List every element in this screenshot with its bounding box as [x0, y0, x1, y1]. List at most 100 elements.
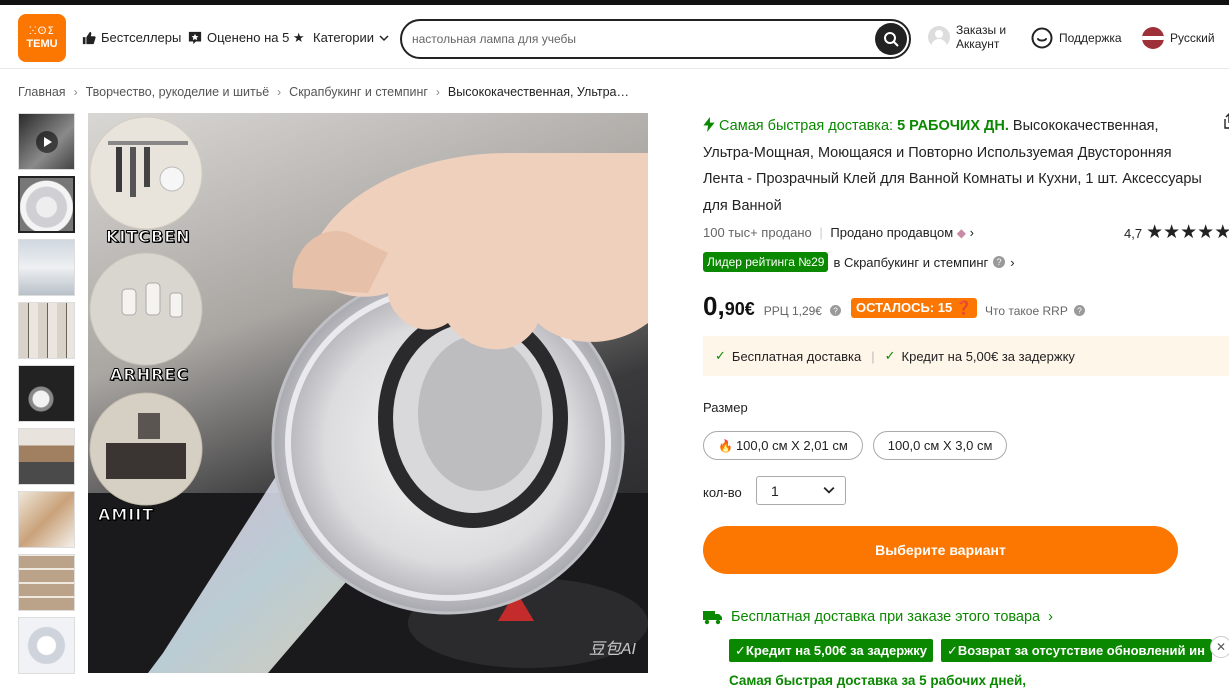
- rank-category: в Скрапбукинг и стемпинг: [833, 254, 989, 270]
- flag-icon: [1142, 27, 1164, 49]
- support-label: Поддержка: [1059, 31, 1122, 45]
- nav-rated5-label: Оценено на 5 ★: [207, 30, 305, 45]
- size-option[interactable]: 🔥 100,0 см X 2,01 см: [703, 431, 863, 460]
- help-icon: ?: [829, 305, 841, 316]
- size-label: Размер: [703, 400, 748, 415]
- header: ⵘⵙⵉ TEMU Бестселлеры Оценено на 5 ★ Кате…: [0, 5, 1229, 69]
- price-row: 0, 90€ РРЦ 1,29€ ? ОСТАЛОСЬ: 15 ❓ Что та…: [703, 291, 1085, 322]
- free-shipping-label: Бесплатная доставка при заказе этого тов…: [731, 609, 1041, 625]
- help-icon: ❓: [955, 300, 973, 315]
- breadcrumb-item[interactable]: Скрапбукинг и стемпинг: [289, 85, 428, 99]
- star-badge-icon: [188, 31, 202, 45]
- quantity-label: кол-во: [703, 485, 742, 500]
- perks-banner: ✓ Бесплатная доставка | ✓ Кредит на 5,00…: [703, 336, 1229, 376]
- size-options: 🔥 100,0 см X 2,01 см 100,0 см X 3,0 см: [703, 431, 1008, 460]
- thumbnail-video[interactable]: [18, 113, 75, 170]
- nav-categories[interactable]: Категории: [313, 30, 389, 45]
- refund-tag: ✓Возврат за отсутствие обновлений ин: [940, 639, 1212, 662]
- logo-text: TEMU: [26, 37, 58, 50]
- free-shipping-link[interactable]: Бесплатная доставка при заказе этого тов…: [703, 609, 1053, 625]
- chevron-down-icon: [379, 34, 389, 41]
- share-icon[interactable]: [1223, 113, 1229, 129]
- refund-tag-label: Возврат за отсутствие обновлений ин: [957, 643, 1205, 658]
- quantity-select[interactable]: 1: [756, 476, 846, 505]
- chevron-right-icon: ›: [1010, 254, 1015, 270]
- image-watermark: 豆包AI: [588, 641, 636, 658]
- thumbnail-image[interactable]: [18, 176, 75, 233]
- breadcrumb-separator: ›: [435, 85, 440, 99]
- guarantee-tags: ✓Кредит на 5,00€ за задержку ✓Возврат за…: [729, 639, 1212, 662]
- product-title-block: Самая быстрая доставка: 5 РАБОЧИХ ДН. Вы…: [703, 113, 1203, 219]
- fire-icon: 🔥: [718, 438, 733, 453]
- thumbnail-image[interactable]: [18, 554, 75, 611]
- size-option-label: 100,0 см X 3,0 см: [887, 438, 993, 453]
- rrp-explainer-link[interactable]: Что такое RRP: [985, 304, 1068, 318]
- chevron-right-icon: ›: [1048, 609, 1053, 625]
- help-icon: ?: [993, 256, 1006, 268]
- size-option[interactable]: 100,0 см X 3,0 см: [872, 431, 1008, 460]
- support-link[interactable]: Поддержка: [1031, 27, 1122, 49]
- check-icon: ✓: [715, 348, 726, 363]
- thumbnail-image[interactable]: [18, 365, 75, 422]
- support-chat-icon: [1031, 27, 1053, 49]
- svg-text:?: ?: [833, 306, 838, 315]
- nav-rated5[interactable]: Оценено на 5 ★: [188, 30, 305, 46]
- credit-tag-label: Кредит на 5,00€ за задержку: [745, 643, 927, 658]
- truck-icon: [703, 610, 722, 624]
- nav-bestsellers[interactable]: Бестселлеры: [82, 30, 181, 45]
- fast-delivery-note: Самая быстрая доставка за 5 рабочих дней…: [729, 673, 1027, 688]
- thumbnail-image[interactable]: [18, 239, 75, 296]
- svg-text:?: ?: [1077, 306, 1082, 315]
- thumbs-up-icon: [82, 31, 96, 44]
- language-selector[interactable]: Русский: [1142, 27, 1215, 49]
- tape-illustration: [88, 116, 648, 673]
- close-icon[interactable]: ✕: [1210, 636, 1229, 658]
- credit-tag: ✓Кредит на 5,00€ за задержку: [729, 639, 933, 662]
- divider: |: [871, 348, 875, 364]
- stock-left-text: ОСТАЛОСЬ: 15: [855, 300, 953, 315]
- perk-free-delivery: Бесплатная доставка: [731, 348, 862, 364]
- language-label: Русский: [1170, 31, 1215, 45]
- quantity-value: 1: [771, 482, 779, 499]
- nav-categories-label: Категории: [313, 30, 374, 45]
- play-icon: [36, 131, 58, 153]
- breadcrumb-separator: ›: [277, 85, 282, 99]
- product-info: Самая быстрая доставка: 5 РАБОЧИХ ДН. Вы…: [703, 113, 1229, 688]
- search-button[interactable]: [875, 23, 907, 55]
- rating-stars: ★★★★★: [1146, 222, 1229, 243]
- temu-logo[interactable]: ⵘⵙⵉ TEMU: [18, 14, 66, 62]
- account-label: Заказы и Аккаунт: [956, 23, 1006, 51]
- diamond-icon: ◆: [956, 226, 967, 240]
- avatar-icon: [928, 26, 950, 48]
- check-icon: ✓: [884, 348, 896, 363]
- breadcrumb-item[interactable]: Главная: [18, 85, 66, 99]
- breadcrumb-current: Высококачественная, Ультра…: [447, 85, 629, 99]
- rank-badge: Лидер рейтинга №29: [703, 252, 829, 272]
- search-icon: [884, 32, 899, 47]
- sales-row: 100 тыс+ продано | Продано продавцом ◆ ›: [703, 225, 974, 240]
- svg-text:?: ?: [997, 257, 1002, 267]
- breadcrumb: Главная › Творчество, рукоделие и шитьё …: [18, 85, 629, 99]
- thumbnail-image[interactable]: [18, 617, 75, 674]
- account-menu[interactable]: Заказы и Аккаунт: [928, 23, 1006, 51]
- price-integer: 0,: [703, 291, 725, 321]
- lightning-icon: [703, 117, 715, 132]
- thumbnail-image[interactable]: [18, 302, 75, 359]
- fast-delivery-days: 5 РАБОЧИХ ДН.: [897, 118, 1009, 134]
- search-input[interactable]: [412, 29, 862, 49]
- main-product-image[interactable]: KITCBEN ARHREC AMIIT 豆包AI: [88, 113, 648, 673]
- rank-row[interactable]: Лидер рейтинга №29 в Скрапбукинг и стемп…: [703, 252, 1015, 272]
- account-line-2: Аккаунт: [956, 37, 1000, 51]
- thumbnail-list: [18, 113, 75, 680]
- thumbnail-image[interactable]: [18, 491, 75, 548]
- perk-credit: Кредит на 5,00€ за задержку: [901, 348, 1075, 364]
- help-icon: ?: [1073, 305, 1085, 316]
- rating[interactable]: 4,7 ★★★★★: [1124, 223, 1229, 243]
- breadcrumb-item[interactable]: Творчество, рукоделие и шитьё: [86, 85, 270, 99]
- image-label-3: AMIIT: [97, 505, 155, 525]
- choose-variant-button[interactable]: Выберите вариант: [703, 526, 1178, 574]
- thumbnail-image[interactable]: [18, 428, 75, 485]
- image-label-2: ARHREC: [109, 365, 190, 385]
- breadcrumb-separator: ›: [73, 85, 78, 99]
- seller-link[interactable]: Продано продавцом: [830, 225, 953, 240]
